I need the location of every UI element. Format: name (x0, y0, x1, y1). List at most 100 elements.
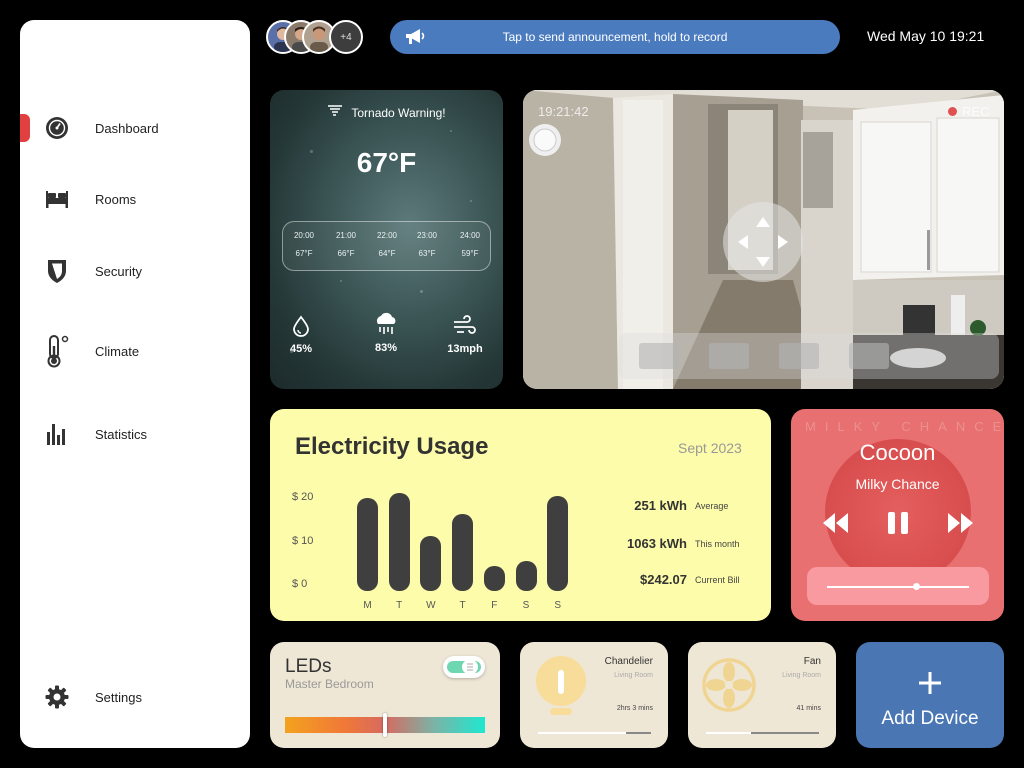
camera-thumbnail-strip (619, 333, 999, 379)
add-device-label: Add Device (881, 708, 979, 729)
x-tick-label: T (459, 600, 466, 611)
wind-icon (435, 315, 495, 337)
weather-alert: Tornado Warning! (351, 105, 446, 120)
previous-track-button[interactable] (821, 511, 849, 540)
sidebar: Dashboard Rooms Security Climate Statist… (20, 20, 250, 748)
device-name: Fan (803, 656, 821, 667)
electricity-title: Electricity Usage (295, 433, 489, 460)
fan-icon (702, 658, 756, 717)
record-dot-icon (948, 107, 957, 116)
forecast-hour: 23:00 63°F (416, 231, 438, 258)
sidebar-item-label: Dashboard (95, 120, 159, 136)
current-temperature: 67°F (356, 147, 417, 178)
camera-thumbnail[interactable] (779, 343, 819, 369)
sidebar-item-settings[interactable]: Settings (20, 675, 250, 719)
rain-cloud-icon (356, 312, 416, 336)
device-card-fan[interactable]: Fan Living Room 41 mins (688, 642, 836, 748)
gauge-icon (44, 115, 70, 141)
average-label: Average (695, 501, 729, 511)
led-toggle[interactable] (443, 656, 485, 678)
bill-label: Current Bill (695, 575, 740, 585)
usage-bar (547, 495, 569, 591)
music-player-card: MILKY CHANCE Cocoon Milky Chance (791, 409, 1004, 621)
recording-indicator: REC (948, 104, 989, 119)
y-tick-label: $ 20 (292, 491, 314, 503)
gear-icon (44, 684, 70, 710)
forecast-hour: 21:00 66°F (335, 231, 357, 258)
pan-down-icon (756, 257, 770, 267)
sidebar-item-label: Climate (95, 343, 140, 359)
forecast-hour: 22:00 64°F (376, 231, 398, 258)
sidebar-item-label: Statistics (95, 426, 148, 442)
playback-progress[interactable] (807, 567, 989, 605)
led-color-handle[interactable] (383, 713, 387, 737)
device-usage-bar (706, 732, 819, 734)
sidebar-item-climate[interactable]: Climate (20, 329, 250, 373)
settings-label: Settings (95, 689, 142, 705)
forecast-hour: 20:00 67°F (293, 231, 315, 258)
security-camera-feed[interactable]: 19:21:42 REC (523, 90, 1004, 389)
bed-icon (44, 186, 70, 212)
pan-left-icon (738, 235, 748, 249)
usage-bar (357, 497, 378, 591)
camera-thumbnail[interactable] (709, 343, 749, 369)
month-value: 1063 kWh (627, 536, 687, 551)
megaphone-icon (404, 27, 426, 50)
song-title: Cocoon (859, 440, 936, 465)
thermometer-icon (44, 335, 70, 368)
device-room: Living Room (614, 672, 653, 679)
camera-timestamp: 19:21:42 (538, 104, 589, 119)
usage-bar (483, 566, 505, 591)
device-usage-bar (538, 732, 651, 734)
led-room: Master Bedroom (285, 677, 374, 691)
device-duration: 2hrs 3 mins (616, 705, 653, 712)
usage-bar (420, 536, 442, 591)
progress-track (827, 586, 969, 588)
artist-watermark: MILKY CHANCE (805, 419, 1004, 434)
bar-chart-icon (44, 421, 70, 447)
camera-thumbnail[interactable] (849, 343, 889, 369)
add-device-button[interactable]: Add Device (856, 642, 1004, 748)
camera-thumbnail[interactable] (639, 343, 679, 369)
electricity-period: Sept 2023 (678, 440, 742, 456)
hourly-forecast: 20:00 67°F 21:00 66°F 22:00 64°F 23:00 63°F … (282, 221, 491, 271)
usage-bar (452, 513, 474, 591)
sidebar-item-statistics[interactable]: Statistics (20, 412, 250, 456)
date-time: Wed May 10 19:21 (867, 28, 985, 44)
usage-bar (388, 493, 410, 591)
camera-pan-control[interactable] (723, 202, 803, 282)
humidity-stat: 45% (271, 315, 331, 355)
month-label: This month (695, 539, 740, 549)
x-tick-label: F (491, 600, 498, 611)
plus-icon (918, 671, 942, 700)
announcement-button[interactable]: Tap to send announcement, hold to record (390, 20, 840, 54)
usage-bar (515, 561, 537, 591)
x-tick-label: W (426, 600, 436, 611)
humidity-icon (271, 315, 331, 337)
forecast-hour: 24:00 59°F (459, 231, 481, 258)
led-control-card: LEDs Master Bedroom (270, 642, 500, 748)
x-tick-label: M (363, 600, 372, 611)
progress-knob[interactable] (912, 583, 920, 590)
sidebar-item-label: Rooms (95, 191, 137, 207)
announcement-text: Tap to send announcement, hold to record (502, 30, 728, 44)
sidebar-item-dashboard[interactable]: Dashboard (20, 106, 250, 150)
toggle-knob-icon (462, 660, 478, 674)
device-room: Living Room (782, 672, 821, 679)
device-name: Chandelier (604, 656, 653, 667)
wind-stat: 13mph (435, 315, 495, 355)
pause-button[interactable] (886, 510, 910, 541)
bill-value: $242.07 (640, 572, 687, 587)
weather-card: Tornado Warning! 67°F 20:00 67°F 21:00 66°… (270, 90, 503, 389)
sidebar-item-rooms[interactable]: Rooms (20, 177, 250, 221)
x-tick-label: T (396, 600, 403, 611)
shield-icon (44, 258, 70, 284)
more-avatars-badge[interactable]: +4 (329, 20, 363, 54)
device-duration: 41 mins (796, 705, 821, 712)
led-title: LEDs (285, 656, 332, 677)
device-card-chandelier[interactable]: Chandelier Living Room 2hrs 3 mins (520, 642, 668, 748)
song-artist: Milky Chance (855, 476, 940, 492)
sidebar-item-security[interactable]: Security (20, 249, 250, 293)
electricity-usage-card: Electricity Usage Sept 2023 $ 20 $ 10 $ … (270, 409, 771, 621)
next-track-button[interactable] (947, 511, 975, 540)
